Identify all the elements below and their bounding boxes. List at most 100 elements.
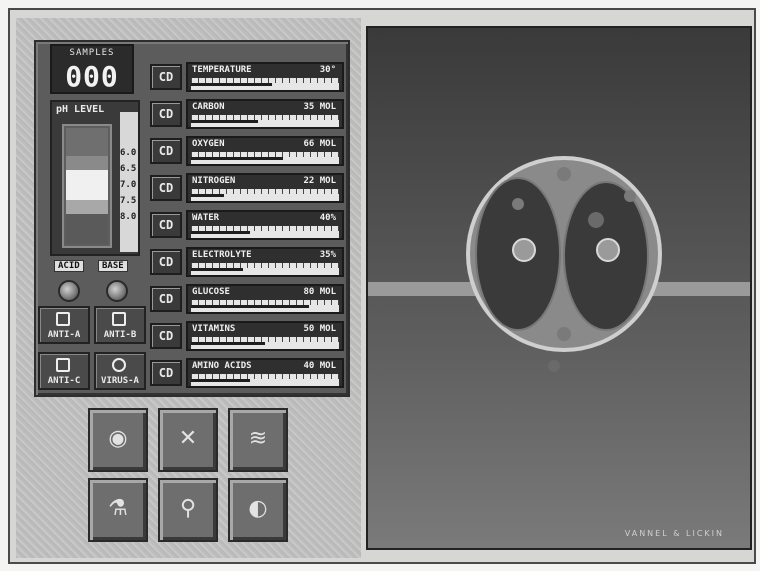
vial-icon — [56, 312, 70, 326]
readout-value: 40% — [319, 213, 336, 223]
organelle — [512, 238, 536, 262]
readout-fill — [191, 305, 310, 308]
disk-tool-button[interactable]: ◐ — [228, 478, 288, 542]
ph-title: pH LEVEL — [56, 104, 105, 115]
cd-button[interactable]: CD — [150, 64, 182, 90]
ph-band-mid — [66, 156, 108, 170]
readout-vitamins: VITAMINS 50 MOL — [186, 321, 344, 351]
acid-label: ACID — [54, 260, 84, 272]
cell-icon: ◉ — [108, 426, 128, 451]
readout-electrolyte: ELECTROLYTE 35% — [186, 247, 344, 277]
cd-button[interactable]: CD — [150, 323, 182, 349]
readout-bar — [191, 78, 339, 90]
cd-button[interactable]: CD — [150, 249, 182, 275]
anti-c-label: ANTI-C — [47, 376, 81, 386]
readout-value: 22 MOL — [303, 176, 336, 186]
readout-fill — [191, 83, 273, 86]
organelle — [557, 167, 571, 181]
readout-name: OXYGEN — [192, 139, 225, 149]
ph-tick: 7.5 — [120, 196, 137, 206]
cd-button[interactable]: CD — [150, 360, 182, 386]
dna-tool-button[interactable]: ≋ — [228, 408, 288, 472]
cd-button[interactable]: CD — [150, 286, 182, 312]
cd-button[interactable]: CD — [150, 212, 182, 238]
readout-bar — [191, 115, 339, 127]
cell-viewer[interactable]: VANNEL & LICKIN — [366, 26, 752, 550]
microscope-icon: ⚲ — [179, 496, 197, 521]
microscope-tool-button[interactable]: ⚲ — [158, 478, 218, 542]
readout-bar — [191, 189, 339, 201]
readout-value: 50 MOL — [303, 324, 336, 334]
ph-gauge: pH LEVEL 6.0 6.5 7.0 7.5 8.0 — [50, 100, 140, 256]
readout-amino-acids: AMINO ACIDS 40 MOL — [186, 358, 344, 388]
cd-button[interactable]: CD — [150, 175, 182, 201]
readout-value: 35 MOL — [303, 102, 336, 112]
cd-button[interactable]: CD — [150, 138, 182, 164]
readout-oxygen: OXYGEN 66 MOL — [186, 136, 344, 166]
anti-a-button[interactable]: ANTI-A — [38, 306, 90, 344]
readout-glucose: GLUCOSE 80 MOL — [186, 284, 344, 314]
cell-graphic — [466, 156, 662, 372]
readout-fill — [191, 342, 265, 345]
chromosome-tool-button[interactable]: ✕ — [158, 408, 218, 472]
virus-a-button[interactable]: VIRUS-A — [94, 352, 146, 390]
virus-a-label: VIRUS-A — [101, 376, 139, 386]
ph-band-acid — [66, 128, 108, 156]
readout-fill — [191, 231, 251, 234]
readout-carbon: CARBON 35 MOL — [186, 99, 344, 129]
readout-name: VITAMINS — [192, 324, 236, 334]
ph-tube — [62, 124, 112, 248]
acid-knob[interactable] — [58, 280, 80, 302]
readout-nitrogen: NITROGEN 22 MOL — [186, 173, 344, 203]
organelle — [624, 190, 636, 202]
ph-tick: 6.0 — [120, 148, 137, 158]
flask-tool-button[interactable]: ⚗ — [88, 478, 148, 542]
readout-name: CARBON — [192, 102, 225, 112]
vial-icon — [56, 358, 70, 372]
readout-name: NITROGEN — [192, 176, 236, 186]
readout-value: 35% — [319, 250, 336, 260]
ph-tick: 8.0 — [120, 212, 137, 222]
ph-band-base — [66, 200, 108, 214]
disk-icon: ◐ — [248, 496, 268, 521]
readout-bar — [191, 152, 339, 164]
readout-name: ELECTROLYTE — [192, 250, 252, 260]
readout-fill — [191, 268, 243, 271]
counter-value: 000 — [65, 60, 119, 93]
organelle — [512, 198, 524, 210]
chromosome-icon: ✕ — [178, 426, 198, 451]
anti-a-label: ANTI-A — [47, 330, 81, 340]
ph-tick: 6.5 — [120, 164, 137, 174]
readout-value: 66 MOL — [303, 139, 336, 149]
readout-water: WATER 40% — [186, 210, 344, 240]
readout-name: GLUCOSE — [192, 287, 230, 297]
readout-name: TEMPERATURE — [192, 65, 252, 75]
anti-b-button[interactable]: ANTI-B — [94, 306, 146, 344]
ph-tick: 7.0 — [120, 180, 137, 190]
readout-fill — [191, 379, 251, 382]
readout-bar — [191, 263, 339, 275]
cd-button[interactable]: CD — [150, 101, 182, 127]
organelle — [548, 360, 560, 372]
readout-name: AMINO ACIDS — [192, 361, 252, 371]
dna-icon: ≋ — [248, 426, 268, 451]
readout-value: 80 MOL — [303, 287, 336, 297]
readout-temperature: TEMPERATURE 30° — [186, 62, 344, 92]
readout-value: 30° — [319, 65, 336, 75]
readout-bar — [191, 374, 339, 386]
flask-icon: ⚗ — [108, 496, 128, 521]
sample-counter: SAMPLES 000 — [50, 44, 134, 94]
ph-scale: 6.0 6.5 7.0 7.5 8.0 — [120, 112, 138, 252]
cell-tool-button[interactable]: ◉ — [88, 408, 148, 472]
counter-label: SAMPLES — [69, 48, 115, 58]
readout-bar — [191, 300, 339, 312]
vial-icon — [112, 312, 126, 326]
organelle — [596, 238, 620, 262]
base-knob[interactable] — [106, 280, 128, 302]
readout-fill — [191, 157, 283, 160]
organelle — [557, 327, 571, 341]
readout-fill — [191, 120, 258, 123]
virus-icon — [112, 358, 126, 372]
anti-c-button[interactable]: ANTI-C — [38, 352, 90, 390]
anti-b-label: ANTI-B — [103, 330, 137, 340]
